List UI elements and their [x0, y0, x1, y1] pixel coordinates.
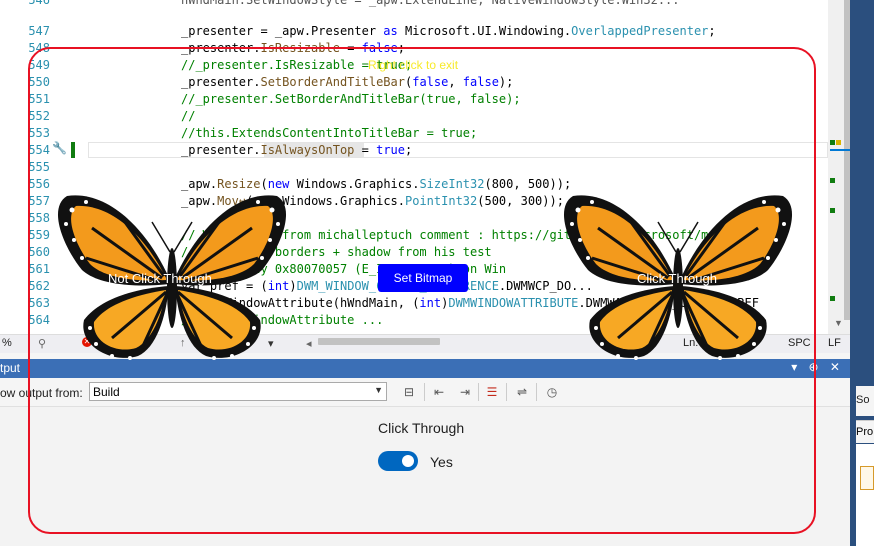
exit-hint: Right click to exit: [368, 58, 459, 72]
zoom-level[interactable]: %: [2, 337, 12, 349]
scroll-down-arrow-icon[interactable]: ▼: [834, 318, 843, 328]
code-line: hWndMain.SetWindowStyle = _apw.ExtendLin…: [181, 0, 680, 7]
code-line: _presenter = _apw.Presenter as Microsoft…: [181, 23, 716, 40]
set-bitmap-button[interactable]: Set Bitmap: [378, 264, 468, 292]
overview-mark: [830, 296, 835, 301]
code-text: _presenter = _apw.Presenter: [181, 24, 384, 38]
code-text: Microsoft.UI.Windowing.: [397, 24, 572, 38]
output-title: tput: [0, 361, 21, 375]
properties-widget-icon: [860, 466, 874, 490]
code-keyword: as: [383, 24, 398, 38]
not-click-through-label: Not Click Through: [108, 271, 212, 286]
code-type: OverlappedPresenter: [571, 24, 709, 38]
line-number: 546: [28, 0, 50, 7]
toggle-state-label: Yes: [430, 454, 453, 470]
overview-mark: [836, 140, 841, 145]
overview-mark: [830, 208, 835, 213]
toggle-knob: [402, 455, 414, 467]
line-number: 547: [28, 24, 50, 38]
properties-panel: [856, 444, 874, 546]
overview-mark: [830, 140, 835, 145]
solution-explorer-tab[interactable]: So: [856, 386, 874, 416]
click-through-label: Click Through: [378, 420, 465, 436]
properties-tab[interactable]: Pro: [856, 420, 874, 443]
line-ending-indicator[interactable]: LF: [828, 337, 841, 349]
overview-mark: [830, 178, 835, 183]
code-text: ;: [708, 24, 716, 38]
click-through-butterfly-label: Click Through: [637, 271, 717, 286]
